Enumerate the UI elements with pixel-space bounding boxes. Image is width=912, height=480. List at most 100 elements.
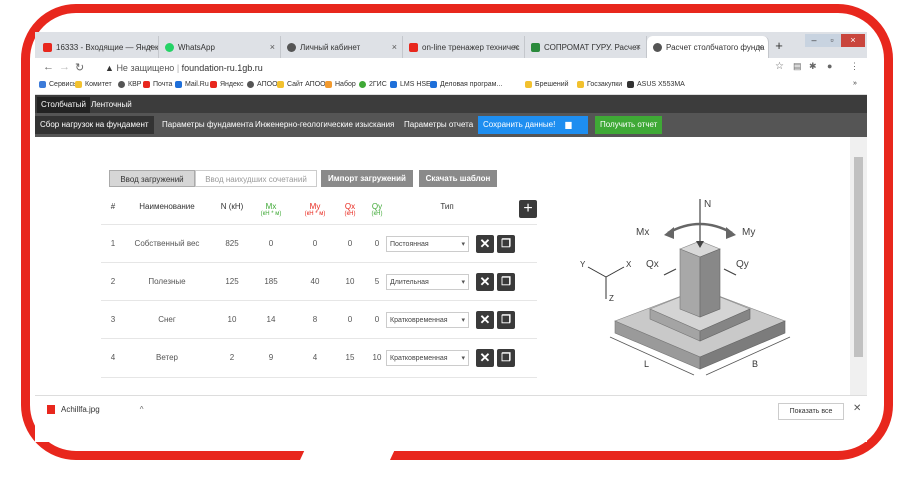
import-loads-button[interactable]: Импорт загружений: [321, 170, 413, 187]
tab-foundation[interactable]: Расчет столбчатого фунда ×: [647, 36, 769, 58]
col-mx-header: Mx (кН * м): [260, 202, 282, 217]
reload-icon[interactable]: ↻: [75, 61, 84, 74]
star-icon[interactable]: ☆: [775, 61, 784, 72]
close-icon[interactable]: ×: [514, 42, 519, 52]
bookmark-item[interactable]: ASUS X553MA: [627, 81, 685, 88]
add-row-button[interactable]: +: [519, 200, 537, 218]
puzzle-icon[interactable]: ✱: [809, 61, 817, 72]
copy-row-button[interactable]: ❐: [497, 235, 515, 253]
forward-arrow-icon[interactable]: →: [59, 61, 70, 73]
save-button[interactable]: Сохранить данные! ▆: [478, 116, 588, 134]
row-num: 2: [110, 277, 116, 286]
bookmark-item[interactable]: Mail.Ru: [175, 81, 209, 88]
table-row: 1 Собственный вес 825 0 0 0 0 Постоянная…: [101, 224, 537, 263]
close-downloads-icon[interactable]: ✕: [853, 403, 861, 414]
extension-icon[interactable]: ▤: [793, 61, 802, 72]
delete-row-button[interactable]: ✕: [476, 235, 494, 253]
row-n[interactable]: 10: [215, 301, 249, 339]
row-name[interactable]: Ветер: [127, 339, 207, 377]
tab-trainer[interactable]: on-line тренажер техничес ×: [403, 36, 525, 58]
get-report-button[interactable]: Получить отчет: [595, 116, 663, 134]
row-n[interactable]: 2: [215, 339, 249, 377]
bookmark-item[interactable]: 2ГИС: [359, 81, 387, 88]
scrollbar-thumb[interactable]: [854, 157, 863, 357]
load-type-select[interactable]: Кратковременная ▾: [386, 350, 469, 366]
bookmark-item[interactable]: Комитет: [75, 81, 112, 88]
delete-row-button[interactable]: ✕: [476, 349, 494, 367]
bookmark-item[interactable]: Деловая програм...: [430, 81, 502, 88]
row-my[interactable]: 40: [297, 263, 333, 301]
tab-columnar[interactable]: Столбчатый: [37, 97, 90, 113]
new-tab-button[interactable]: +: [771, 38, 787, 54]
bookmark-item[interactable]: Яндекс: [210, 81, 244, 88]
scrollbar[interactable]: [850, 137, 867, 395]
row-my[interactable]: 8: [297, 301, 333, 339]
bookmark-item[interactable]: КВР: [118, 81, 141, 88]
row-my[interactable]: 0: [297, 225, 333, 263]
tab-cabinet[interactable]: Личный кабинет ×: [281, 36, 403, 58]
close-icon[interactable]: ×: [148, 42, 153, 52]
tab-whatsapp[interactable]: WhatsApp ×: [159, 36, 281, 58]
window-close-button[interactable]: ×: [841, 34, 865, 47]
col-qy-header: Qy (кН): [371, 202, 383, 217]
tab-loads[interactable]: Сбор нагрузок на фундамент: [35, 116, 154, 134]
row-num: 1: [110, 239, 116, 248]
close-icon[interactable]: ×: [270, 42, 275, 52]
delete-row-button[interactable]: ✕: [476, 311, 494, 329]
close-icon[interactable]: ×: [636, 42, 641, 52]
copy-row-button[interactable]: ❐: [497, 273, 515, 291]
worst-combinations-toggle[interactable]: Ввод наихудших сочетаний: [195, 170, 317, 187]
tab-geology[interactable]: Инженерно-геологические изыскания: [250, 116, 399, 134]
bookmark-item[interactable]: АПОО: [247, 81, 278, 88]
row-n[interactable]: 825: [215, 225, 249, 263]
bookmark-item[interactable]: Почта: [143, 81, 172, 88]
tab-sopromat[interactable]: СОПРОМАТ ГУРУ. Расчет ×: [525, 36, 647, 58]
tab-report-params[interactable]: Параметры отчета: [399, 116, 478, 134]
row-qx[interactable]: 10: [338, 263, 362, 301]
chevron-up-icon[interactable]: ^: [140, 405, 144, 414]
bookmark-item[interactable]: Набор: [325, 81, 356, 88]
row-name[interactable]: Полезные: [127, 263, 207, 301]
load-type-select[interactable]: Постоянная ▾: [386, 236, 469, 252]
tab-strip[interactable]: Ленточный: [87, 97, 136, 113]
foundation-diagram: › Y X Z N Mx My Qx Qy: [580, 199, 791, 376]
download-template-button[interactable]: Скачать шаблон: [419, 170, 497, 187]
delete-row-button[interactable]: ✕: [476, 273, 494, 291]
more-bookmarks-icon[interactable]: »: [853, 80, 857, 87]
row-qx[interactable]: 15: [338, 339, 362, 377]
copy-row-button[interactable]: ❐: [497, 349, 515, 367]
security-label: Не защищено: [116, 63, 175, 73]
row-mx[interactable]: 9: [253, 339, 289, 377]
row-mx[interactable]: 0: [253, 225, 289, 263]
copy-row-button[interactable]: ❐: [497, 311, 515, 329]
bookmark-item[interactable]: Брешений: [525, 81, 569, 88]
bookmark-item[interactable]: Сервисы: [39, 81, 78, 88]
row-qx[interactable]: 0: [338, 301, 362, 339]
downloads-bar: Achillfa.jpg ^ Показать все ✕: [35, 395, 867, 426]
row-name[interactable]: Снег: [127, 301, 207, 339]
input-loads-toggle[interactable]: Ввод загружений: [109, 170, 195, 187]
back-arrow-icon[interactable]: ←: [43, 61, 54, 73]
bookmark-item[interactable]: Сайт АПОО: [277, 81, 326, 88]
download-item[interactable]: Achillfa.jpg ^: [47, 405, 143, 414]
row-mx[interactable]: 14: [253, 301, 289, 339]
row-mx[interactable]: 185: [253, 263, 289, 301]
tab-foundation-params[interactable]: Параметры фундамента: [157, 116, 258, 134]
tab-mail[interactable]: 16333 - Входящие — Яндекс ×: [37, 36, 159, 58]
row-my[interactable]: 4: [297, 339, 333, 377]
address-input[interactable]: ▲ Не защищено | foundation-ru.1gb.ru: [105, 60, 795, 76]
row-name[interactable]: Собственный вес: [127, 225, 207, 263]
row-qx[interactable]: 0: [338, 225, 362, 263]
minimize-button[interactable]: –: [805, 34, 823, 47]
load-type-select[interactable]: Длительная ▾: [386, 274, 469, 290]
close-icon[interactable]: ×: [392, 42, 397, 52]
menu-icon[interactable]: ⋮: [850, 61, 859, 72]
profile-icon[interactable]: ●: [827, 61, 832, 71]
load-type-select[interactable]: Кратковременная ▾: [386, 312, 469, 328]
show-all-button[interactable]: Показать все: [778, 403, 844, 420]
close-icon[interactable]: ×: [758, 42, 763, 52]
maximize-button[interactable]: ▫: [823, 34, 841, 47]
row-n[interactable]: 125: [215, 263, 249, 301]
bookmark-item[interactable]: LMS HSE: [390, 81, 431, 88]
bookmark-item[interactable]: Госзакупки: [577, 81, 622, 88]
